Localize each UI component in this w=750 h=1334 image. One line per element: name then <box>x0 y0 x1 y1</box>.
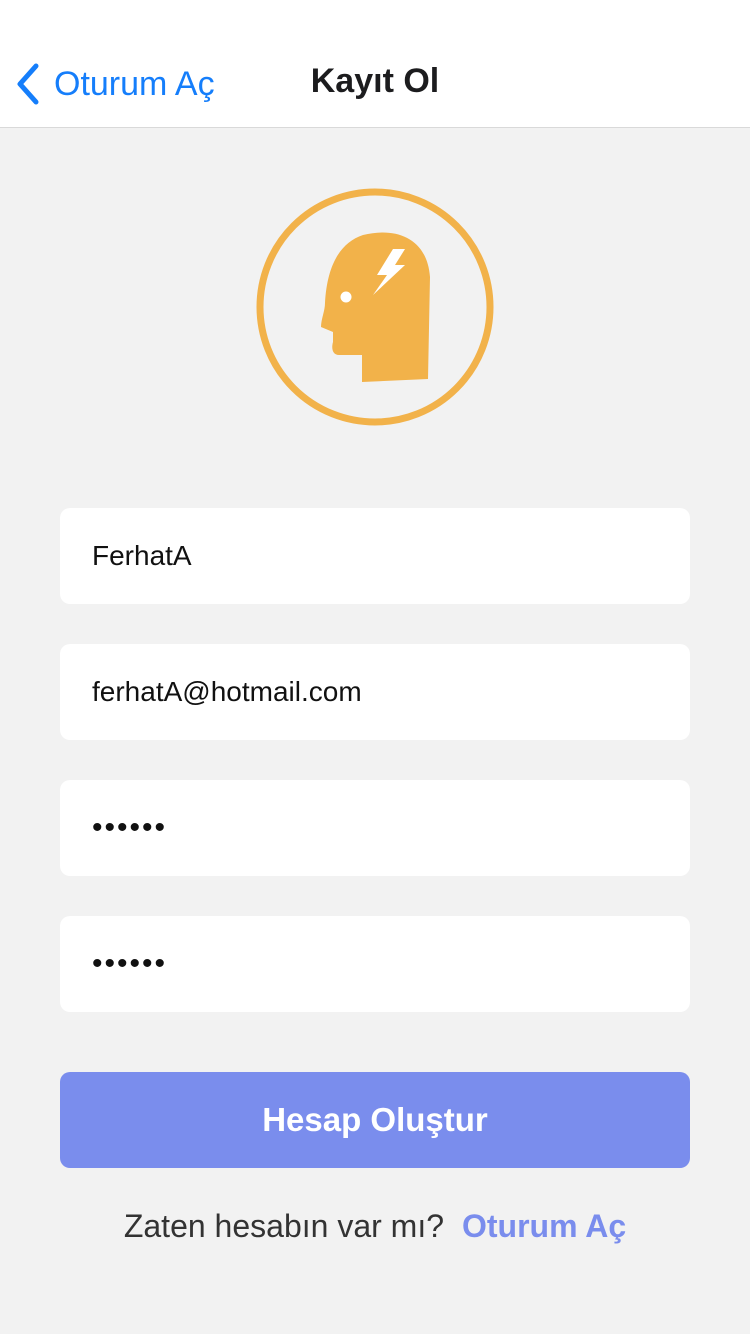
head-lightning-icon <box>256 188 494 426</box>
navigation-bar: Oturum Aç Kayıt Ol <box>0 0 750 128</box>
create-account-button[interactable]: Hesap Oluştur <box>60 1072 690 1168</box>
password-value: •••••• <box>92 811 168 844</box>
create-account-label: Hesap Oluştur <box>262 1101 488 1138</box>
email-field[interactable]: ferhatA@hotmail.com <box>60 644 690 740</box>
password-field[interactable]: •••••• <box>60 780 690 876</box>
login-prompt-text: Zaten hesabın var mı? <box>123 1208 444 1244</box>
confirm-password-field[interactable]: •••••• <box>60 916 690 1012</box>
login-prompt: Zaten hesabın var mı? Oturum Aç <box>0 1208 750 1245</box>
login-link[interactable]: Oturum Aç <box>462 1208 626 1244</box>
email-value: ferhatA@hotmail.com <box>92 676 362 707</box>
username-value: FerhatA <box>92 540 192 571</box>
username-field[interactable]: FerhatA <box>60 508 690 604</box>
page-title: Kayıt Ol <box>310 62 440 100</box>
confirm-password-value: •••••• <box>92 947 168 980</box>
